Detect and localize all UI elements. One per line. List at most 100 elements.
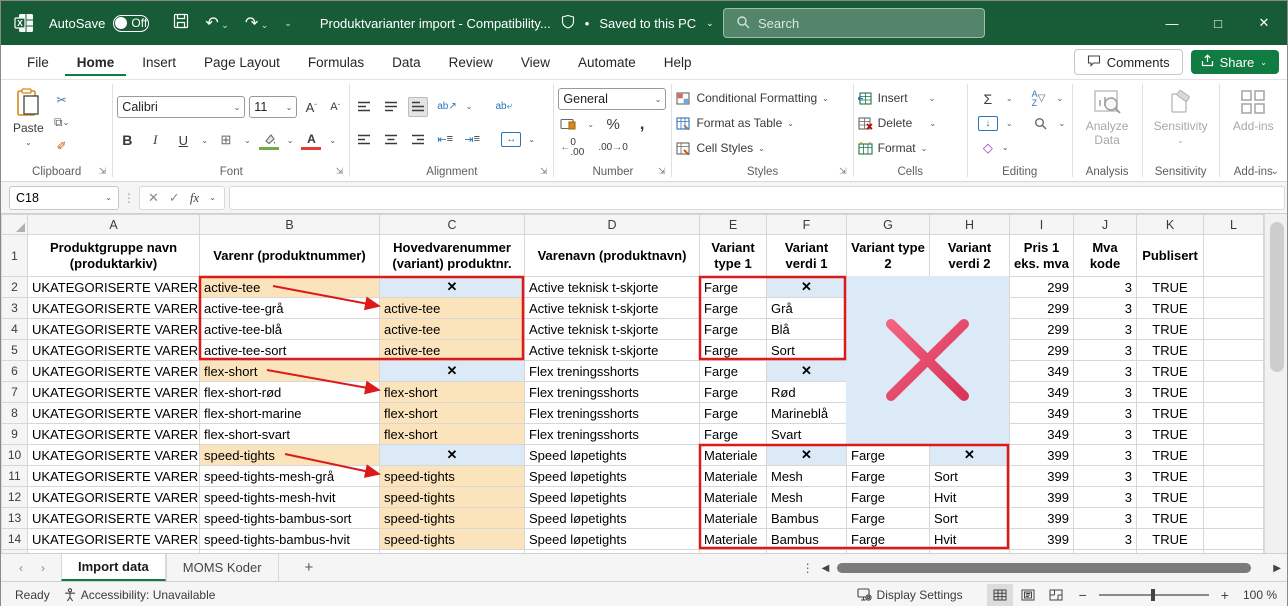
row-header-12[interactable]: 12 — [2, 487, 28, 508]
cell-D13[interactable]: Speed løpetights — [525, 508, 700, 529]
column-header-C[interactable]: C — [380, 215, 525, 235]
cell-G14[interactable]: Farge — [847, 529, 930, 550]
cell-G11[interactable]: Farge — [847, 466, 930, 487]
cell-L14[interactable] — [1204, 529, 1264, 550]
cell-C10[interactable]: ✕ — [380, 445, 525, 466]
styles-dialog-launcher-icon[interactable]: ⇲ — [839, 166, 847, 177]
cell-D11[interactable]: Speed løpetights — [525, 466, 700, 487]
cut-icon[interactable]: ✂ — [52, 90, 72, 110]
minimize-button[interactable]: — — [1149, 1, 1195, 45]
column-header-F[interactable]: F — [767, 215, 847, 235]
increase-indent-icon[interactable]: ⇥≡ — [462, 129, 482, 149]
cell-F6[interactable]: ✕ — [767, 361, 847, 382]
cell-I6[interactable]: 349 — [1010, 361, 1074, 382]
cell-C2[interactable]: ✕ — [380, 277, 525, 298]
row-header-2[interactable]: 2 — [2, 277, 28, 298]
row-header-4[interactable]: 4 — [2, 319, 28, 340]
search-box[interactable]: Search — [723, 8, 985, 38]
number-format-combo[interactable]: General⌄ — [558, 88, 666, 110]
row-header-7[interactable]: 7 — [2, 382, 28, 403]
cell-J8[interactable]: 3 — [1074, 403, 1137, 424]
select-all-corner[interactable] — [2, 215, 28, 235]
vertical-scrollbar[interactable] — [1264, 214, 1287, 553]
zoom-out-button[interactable]: − — [1079, 587, 1087, 603]
cell-E13[interactable]: Materiale — [700, 508, 767, 529]
cell-A3[interactable]: UKATEGORISERTE VARER — [28, 298, 200, 319]
cell-F11[interactable]: Mesh — [767, 466, 847, 487]
column-header-I[interactable]: I — [1010, 215, 1074, 235]
cell-K14[interactable]: TRUE — [1137, 529, 1204, 550]
autosum-icon[interactable]: Σ — [978, 89, 998, 109]
cell-L2[interactable] — [1204, 277, 1264, 298]
cell-H3[interactable] — [930, 298, 1010, 319]
cell-E12[interactable]: Materiale — [700, 487, 767, 508]
cell-F10[interactable]: ✕ — [767, 445, 847, 466]
font-name-combo[interactable]: Calibri⌄ — [117, 96, 245, 118]
accounting-format-icon[interactable] — [558, 114, 578, 134]
cell-E1[interactable]: Variant type 1 — [700, 235, 767, 277]
decrease-decimal-icon[interactable]: .00→0 — [596, 138, 629, 158]
row-header-14[interactable]: 14 — [2, 529, 28, 550]
cell-F5[interactable]: Sort — [767, 340, 847, 361]
cell-F8[interactable]: Marineblå — [767, 403, 847, 424]
redo-button[interactable]: ↷ ⌄ — [245, 13, 268, 33]
cell-H6[interactable] — [930, 361, 1010, 382]
cell-A8[interactable]: UKATEGORISERTE VARER — [28, 403, 200, 424]
cell-A6[interactable]: UKATEGORISERTE VARER — [28, 361, 200, 382]
cell-G1[interactable]: Variant type 2 — [847, 235, 930, 277]
excel-app-icon[interactable]: X — [13, 12, 35, 34]
cell-F7[interactable]: Rød — [767, 382, 847, 403]
cell-I5[interactable]: 299 — [1010, 340, 1074, 361]
maximize-button[interactable]: □ — [1195, 1, 1241, 45]
format-cells-button[interactable]: Format⌄ — [858, 137, 928, 159]
cell-L10[interactable] — [1204, 445, 1264, 466]
share-button[interactable]: Share ⌄ — [1191, 50, 1279, 74]
conditional-formatting-button[interactable]: Conditional Formatting⌄ — [676, 87, 828, 109]
cell-B12[interactable]: speed-tights-mesh-hvit — [200, 487, 380, 508]
cell-C6[interactable]: ✕ — [380, 361, 525, 382]
percent-style-icon[interactable]: % — [603, 114, 623, 134]
orientation-icon[interactable]: ab↗ — [435, 97, 459, 117]
cell-L6[interactable] — [1204, 361, 1264, 382]
accessibility-status[interactable]: Accessibility: Unavailable — [64, 588, 216, 602]
clipboard-dialog-launcher-icon[interactable]: ⇲ — [99, 166, 107, 177]
cell-D4[interactable]: Active teknisk t-skjorte — [525, 319, 700, 340]
cell-L12[interactable] — [1204, 487, 1264, 508]
row-header-10[interactable]: 10 — [2, 445, 28, 466]
sensitivity-button[interactable]: Sensitivity⌄ — [1146, 84, 1216, 162]
cell-J11[interactable]: 3 — [1074, 466, 1137, 487]
cell-H11[interactable]: Sort — [930, 466, 1010, 487]
enter-formula-icon[interactable]: ✓ — [169, 190, 180, 206]
column-header-G[interactable]: G — [847, 215, 930, 235]
cell-G4[interactable] — [847, 319, 930, 340]
cell-G8[interactable] — [847, 403, 930, 424]
cell-styles-button[interactable]: Cell Styles⌄ — [676, 137, 764, 159]
cell-L9[interactable] — [1204, 424, 1264, 445]
align-right-icon[interactable] — [408, 129, 428, 149]
cell-D12[interactable]: Speed løpetights — [525, 487, 700, 508]
column-header-E[interactable]: E — [700, 215, 767, 235]
zoom-in-button[interactable]: + — [1221, 587, 1229, 603]
cell-J6[interactable]: 3 — [1074, 361, 1137, 382]
page-layout-view-button[interactable] — [1015, 584, 1041, 606]
cell-J9[interactable]: 3 — [1074, 424, 1137, 445]
undo-button[interactable]: ↶ ⌄ — [205, 13, 228, 33]
cell-C5[interactable]: active-tee — [380, 340, 525, 361]
cell-B5[interactable]: active-tee-sort — [200, 340, 380, 361]
cell-I1[interactable]: Pris 1 eks. mva — [1010, 235, 1074, 277]
row-header-9[interactable]: 9 — [2, 424, 28, 445]
cell-C4[interactable]: active-tee — [380, 319, 525, 340]
delete-cells-button[interactable]: Delete⌄ — [858, 112, 936, 134]
fill-color-icon[interactable] — [259, 130, 279, 150]
cell-H5[interactable] — [930, 340, 1010, 361]
cell-G12[interactable]: Farge — [847, 487, 930, 508]
cell-I8[interactable]: 349 — [1010, 403, 1074, 424]
cell-L13[interactable] — [1204, 508, 1264, 529]
cell-E9[interactable]: Farge — [700, 424, 767, 445]
borders-icon[interactable]: ⊞ — [216, 130, 236, 150]
cell-H8[interactable] — [930, 403, 1010, 424]
cell-I4[interactable]: 299 — [1010, 319, 1074, 340]
cancel-formula-icon[interactable]: ✕ — [148, 190, 159, 206]
cell-F14[interactable]: Bambus — [767, 529, 847, 550]
name-box[interactable]: C18⌄ — [9, 186, 119, 210]
